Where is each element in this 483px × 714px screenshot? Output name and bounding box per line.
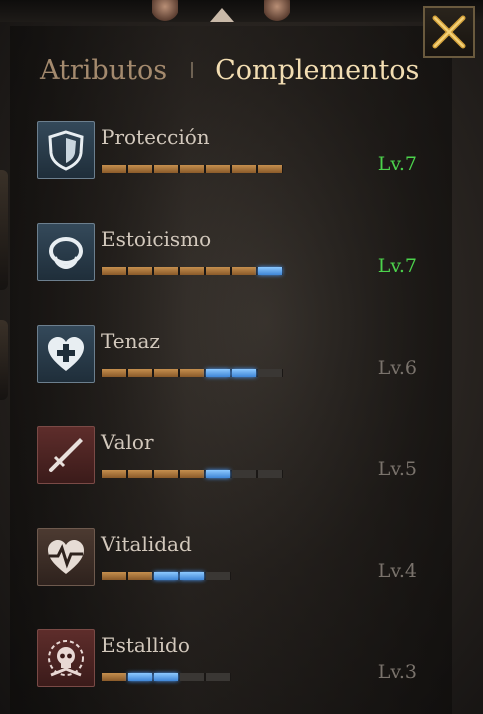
ornament-right [264,0,290,22]
progress-segment-gold [180,165,204,173]
skill-name: Estoicismo [101,227,212,251]
progress-segment-gold [180,470,204,478]
skill-row[interactable]: Estallido Lv.3 [37,629,417,689]
skill-progress-bar [101,165,283,173]
progress-segment-empty [206,673,230,681]
skill-row[interactable]: Vitalidad Lv.4 [37,528,417,588]
skill-level: Lv.6 [377,357,417,379]
skill-progress-bar [101,369,283,377]
progress-segment-gold [102,470,126,478]
ring-icon [49,237,83,270]
progress-segment-gold [206,165,230,173]
sword-icon [49,438,83,472]
progress-segment-blue [258,267,282,275]
progress-segment-gold [232,267,256,275]
progress-segment-empty [206,572,230,580]
progress-segment-gold [102,267,126,275]
tab-bar: Atributos Complementos [40,50,419,90]
skill-icon-frame [37,629,95,687]
progress-segment-gold [180,369,204,377]
skill-level: Lv.7 [377,153,417,175]
progress-segment-gold [154,165,178,173]
skill-icon-frame [37,426,95,484]
skill-level: Lv.4 [377,560,417,582]
progress-segment-blue [206,470,230,478]
skill-level: Lv.7 [377,255,417,277]
skill-row[interactable]: Estoicismo Lv.7 [37,223,417,283]
progress-segment-gold [102,673,126,681]
skill-progress-bar [101,470,283,478]
tab-divider [191,62,194,78]
shield-icon [48,130,84,171]
skill-row[interactable]: Tenaz Lv.6 [37,325,417,385]
progress-segment-gold [128,267,152,275]
skill-row[interactable]: Protección Lv.7 [37,121,417,181]
progress-segment-blue [206,369,230,377]
progress-segment-gold [102,369,126,377]
heartbeat-icon [48,540,84,574]
close-icon [432,15,466,49]
progress-segment-gold [128,470,152,478]
skill-progress-bar [101,572,231,580]
skill-name: Protección [101,125,210,149]
progress-segment-blue [232,369,256,377]
skill-name: Valor [101,430,154,454]
progress-segment-blue [154,572,178,580]
progress-segment-gold [232,165,256,173]
progress-segment-gold [206,267,230,275]
ornament-left [152,0,178,22]
tab-complementos[interactable]: Complementos [215,55,419,86]
progress-segment-gold [180,267,204,275]
progress-segment-gold [154,470,178,478]
progress-segment-gold [128,572,152,580]
left-frame-edge [0,320,8,400]
tab-atributos[interactable]: Atributos [40,55,167,86]
skill-icon-frame [37,528,95,586]
skill-level: Lv.5 [377,458,417,480]
skill-progress-bar [101,673,231,681]
progress-segment-empty [180,673,204,681]
progress-segment-empty [258,369,282,377]
skill-icon-frame [37,121,95,179]
ornament-center [210,8,234,22]
skill-name: Vitalidad [101,532,192,556]
top-ornament-strip [0,0,483,22]
progress-segment-empty [232,470,256,478]
progress-segment-gold [258,165,282,173]
close-button[interactable] [423,6,475,58]
progress-segment-gold [128,369,152,377]
progress-segment-gold [128,165,152,173]
skill-name: Tenaz [101,329,160,353]
skill-name: Estallido [101,633,190,657]
progress-segment-blue [154,673,178,681]
left-frame-edge [0,170,8,290]
progress-segment-gold [102,572,126,580]
progress-segment-gold [154,369,178,377]
progress-segment-gold [102,165,126,173]
skull-burst-icon [48,640,84,677]
progress-segment-blue [180,572,204,580]
skill-level: Lv.3 [377,661,417,683]
skill-row[interactable]: Valor Lv.5 [37,426,417,486]
progress-segment-blue [128,673,152,681]
progress-segment-empty [258,470,282,478]
skill-progress-bar [101,267,283,275]
skill-icon-frame [37,325,95,383]
heart-plus-icon [48,337,84,371]
skill-icon-frame [37,223,95,281]
progress-segment-gold [154,267,178,275]
